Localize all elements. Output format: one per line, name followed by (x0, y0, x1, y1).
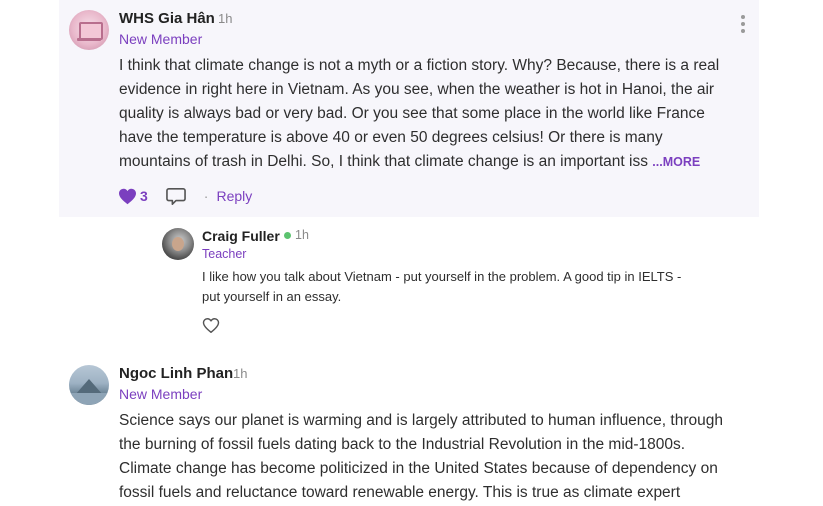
reply-body-line: put yourself in an essay. (202, 289, 342, 304)
post-body-line: quality is always bad or very bad. Or yo… (119, 105, 705, 122)
water-icon (69, 393, 109, 405)
kebab-dot (741, 22, 745, 26)
post-body-line: the burning of fossil fuels dating back … (119, 436, 686, 453)
reply-like-button[interactable] (202, 317, 220, 334)
action-separator: · (203, 188, 209, 204)
post-body-line: I think that climate change is not a myt… (119, 57, 720, 74)
reply-link[interactable]: Reply (216, 188, 252, 204)
like-button[interactable]: 3 (118, 188, 148, 205)
post-actions: 3 · Reply (118, 184, 252, 208)
laptop-base-icon (77, 38, 101, 41)
post-body-line: have the temperature is above 40 or even… (119, 129, 663, 146)
post-author-role: New Member (119, 31, 203, 47)
post-timestamp: 1h (233, 366, 248, 381)
post-body-line-text: mountains of trash in Delhi. So, I think… (119, 153, 648, 170)
person-face-icon (172, 237, 184, 251)
post-body-line: evidence in right here in Vietnam. As yo… (119, 81, 715, 98)
post-body-line: Science says our planet is warming and i… (119, 412, 723, 429)
kebab-dot (741, 29, 745, 33)
post-author-name[interactable]: Ngoc Linh Phan (119, 365, 233, 382)
kebab-menu-icon[interactable] (737, 15, 749, 37)
heart-outline-icon (202, 318, 220, 333)
kebab-dot (741, 15, 745, 19)
reply-author-role: Teacher (202, 247, 247, 261)
more-link[interactable]: ...MORE (652, 155, 700, 169)
post-body-line-last: mountains of trash in Delhi. So, I think… (119, 150, 719, 174)
like-count: 3 (140, 188, 148, 204)
comment-button[interactable] (165, 187, 186, 206)
post-body-line: fossil fuels and reluctance toward renew… (119, 484, 681, 501)
post-timestamp: 1h (218, 11, 233, 26)
reply-body-line: I like how you talk about Vietnam - put … (202, 269, 682, 284)
post-body: Science says our planet is warming and i… (119, 409, 723, 505)
post-author-role: New Member (119, 386, 203, 402)
avatar-whs-gia-han[interactable] (69, 10, 109, 50)
reply-author-name[interactable]: Craig Fuller (202, 228, 280, 244)
online-status-icon (284, 232, 291, 239)
post-body-line: Climate change has become politicized in… (119, 460, 718, 477)
heart-filled-icon (119, 188, 136, 204)
comment-icon (165, 187, 186, 205)
avatar-ngoc-linh-phan[interactable] (69, 365, 109, 405)
reply-timestamp: 1h (295, 228, 309, 242)
post-author-name[interactable]: WHS Gia Hân (119, 10, 215, 27)
reply-body: I like how you talk about Vietnam - put … (202, 267, 681, 307)
avatar-craig-fuller[interactable] (162, 228, 194, 260)
post-body: I think that climate change is not a myt… (119, 54, 719, 174)
